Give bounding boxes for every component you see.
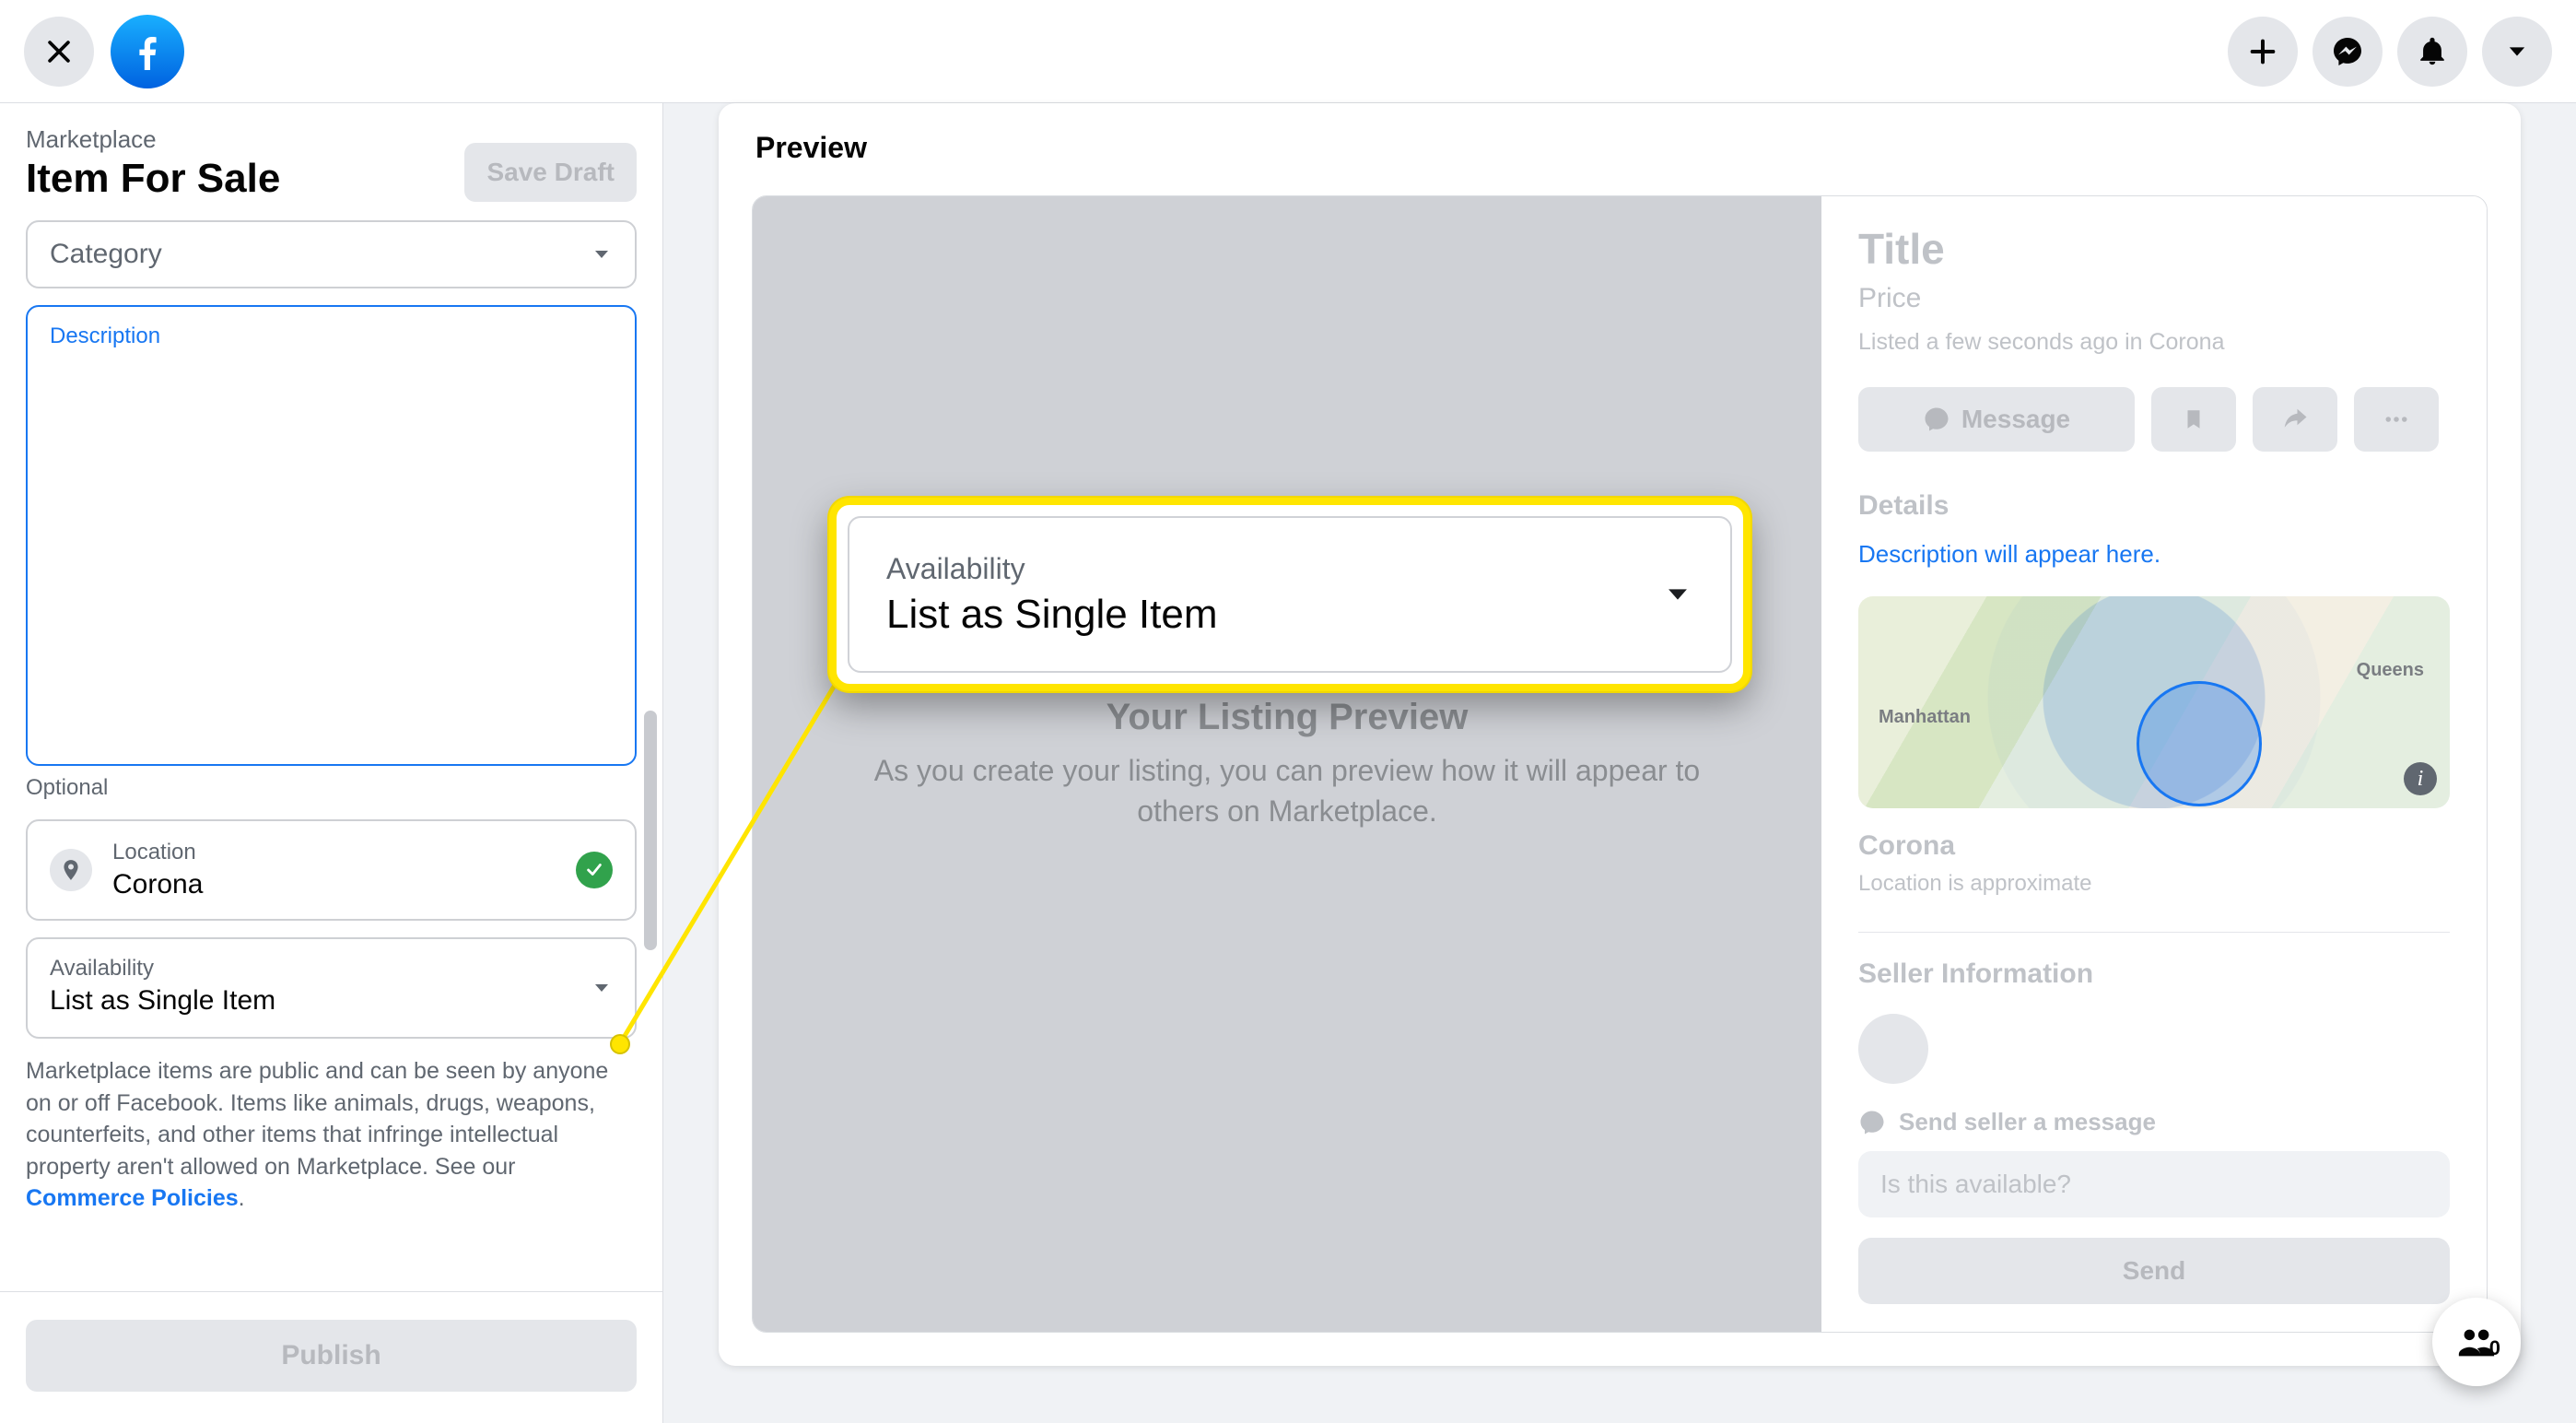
chevron-down-icon [591,977,613,999]
location-map[interactable]: Manhattan Queens i [1858,596,2450,808]
disclaimer-body: Marketplace items are public and can be … [26,1058,608,1180]
callout-label: Availability [886,552,1693,586]
preview-heading: Preview [755,131,867,165]
share-listing-button[interactable] [2253,387,2337,452]
publish-button[interactable]: Publish [26,1320,637,1392]
sidebar-scroll: Category Description Optional Location C… [0,213,662,1291]
close-button[interactable] [24,17,94,87]
group-count-badge: 0 [2489,1336,2500,1360]
facebook-f-icon [125,29,170,74]
location-value: Corona [112,869,203,900]
listing-price: Price [1858,283,2450,314]
save-draft-button[interactable]: Save Draft [464,143,637,202]
availability-value: List as Single Item [50,985,613,1017]
more-icon [2383,406,2410,433]
message-seller-label: Send seller a message [1858,1108,2450,1136]
bell-icon [2417,36,2448,67]
availability-callout: Availability List as Single Item [829,498,1751,691]
account-menu-button[interactable] [2482,17,2552,87]
caret-down-icon [1662,579,1693,610]
bookmark-icon [2182,407,2206,431]
details-heading: Details [1858,490,2450,522]
sidebar-footer: Publish [0,1291,662,1423]
description-input[interactable]: Description [26,305,637,766]
preview-side-panel: Title Price Listed a few seconds ago in … [1821,196,2487,1332]
description-label: Description [50,323,613,349]
preview-placeholder-title: Your Listing Preview [836,697,1739,738]
save-listing-button[interactable] [2151,387,2236,452]
message-seller-input[interactable]: Is this available? [1858,1151,2450,1217]
message-button[interactable]: Message [1858,387,2135,452]
map-location-name: Corona [1858,830,2450,862]
location-valid-check [576,852,613,888]
plus-icon [2247,36,2278,67]
topbar [0,0,2576,103]
commerce-policies-link[interactable]: Commerce Policies [26,1185,239,1211]
sidebar: Marketplace Item For Sale Save Draft Cat… [0,103,663,1423]
callout-value: List as Single Item [886,592,1693,638]
notifications-button[interactable] [2397,17,2467,87]
chevron-down-icon [591,243,613,265]
messenger-icon [1923,406,1950,433]
group-video-chat-button[interactable]: 0 [2432,1298,2521,1386]
seller-info-heading: Seller Information [1858,958,2450,990]
create-button[interactable] [2228,17,2298,87]
listing-meta: Listed a few seconds ago in Corona [1858,329,2450,356]
scrollbar-thumb[interactable] [644,711,657,950]
map-location-sub: Location is approximate [1858,871,2450,897]
send-message-button[interactable]: Send [1858,1238,2450,1304]
check-icon [584,860,604,880]
messenger-icon [2331,35,2364,68]
map-label-left: Manhattan [1879,707,1971,728]
message-seller-label-text: Send seller a message [1899,1108,2156,1136]
listing-actions: Message [1858,387,2450,452]
seller-avatar[interactable] [1858,1014,1928,1084]
preview-inner: Your Listing Preview As you create your … [752,195,2488,1333]
category-select[interactable]: Category [26,220,637,288]
main: Preview Your Listing Preview As you crea… [663,103,2576,1423]
seller-row [1858,1014,2450,1084]
facebook-logo[interactable] [111,15,184,88]
messenger-button[interactable] [2313,17,2383,87]
sidebar-header: Marketplace Item For Sale Save Draft [0,103,662,213]
category-label: Category [50,239,162,270]
location-label: Location [112,840,203,865]
preview-card: Preview Your Listing Preview As you crea… [719,103,2521,1366]
disclaimer-tail: . [239,1185,245,1211]
callout-anchor-dot [610,1034,630,1054]
location-pin-icon [50,849,92,891]
listing-title: Title [1858,224,2450,274]
message-button-label: Message [1961,405,2070,434]
close-icon [43,36,75,67]
map-label-right: Queens [2357,660,2424,681]
availability-label: Availability [50,956,613,982]
caret-down-icon [2504,39,2530,65]
message-seller-placeholder: Is this available? [1880,1170,2071,1199]
preview-placeholder-body: As you create your listing, you can prev… [836,751,1739,830]
availability-select[interactable]: Availability List as Single Item [26,937,637,1039]
divider [1858,932,2450,933]
map-info-button[interactable]: i [2404,762,2437,795]
message-seller-section: Send seller a message Is this available?… [1858,1108,2450,1304]
page-title: Item For Sale [26,156,280,202]
preview-image-placeholder: Your Listing Preview As you create your … [753,196,1821,1332]
messenger-icon [1858,1109,1886,1136]
optional-hint: Optional [26,775,637,801]
description-hint: Description will appear here. [1858,540,2450,569]
location-input[interactable]: Location Corona [26,819,637,921]
more-options-button[interactable] [2354,387,2439,452]
topbar-right [2228,17,2552,87]
disclaimer-text: Marketplace items are public and can be … [26,1055,637,1215]
breadcrumb[interactable]: Marketplace [26,125,280,154]
share-icon [2281,406,2309,433]
topbar-left [24,15,184,88]
